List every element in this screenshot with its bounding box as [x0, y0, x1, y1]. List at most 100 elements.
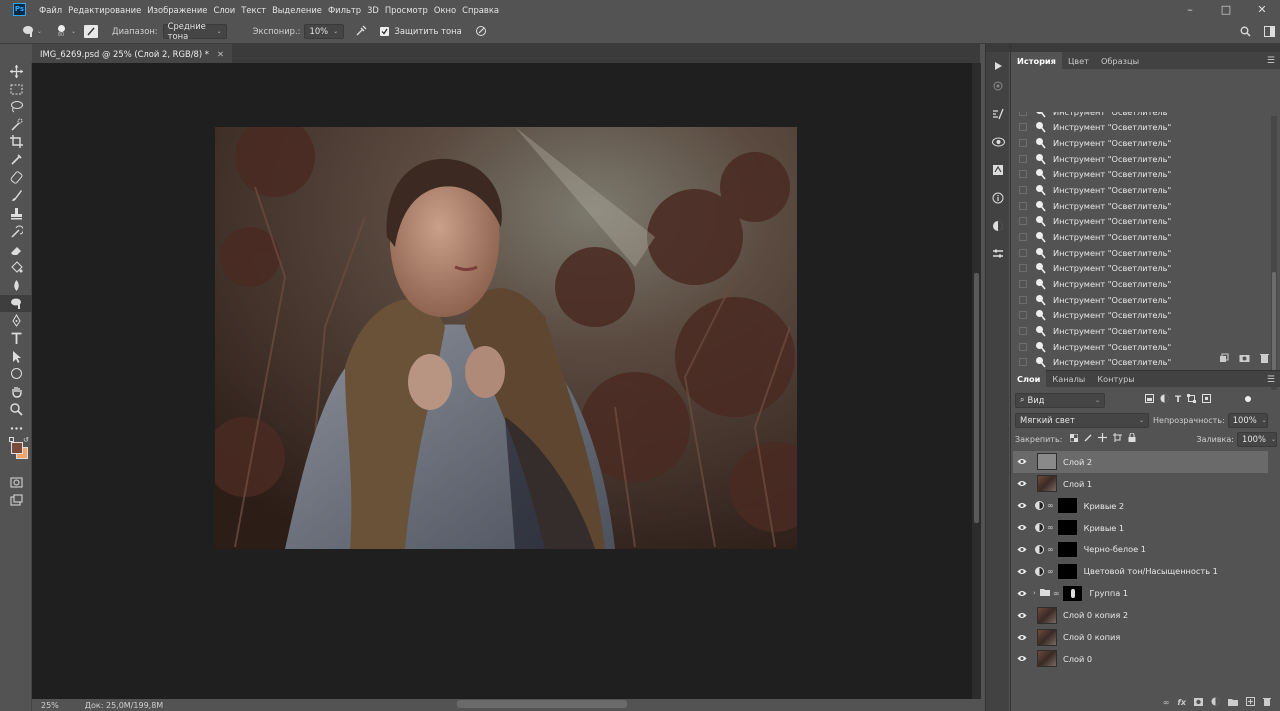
close-icon[interactable]: ✕: [1244, 3, 1280, 16]
trash-icon[interactable]: [1263, 697, 1271, 708]
screen-mode-icon[interactable]: [0, 492, 32, 509]
filter-shape-icon[interactable]: [1187, 394, 1197, 406]
zoom-level[interactable]: 25%: [41, 701, 59, 710]
properties-icon[interactable]: [990, 246, 1006, 262]
history-item[interactable]: Инструмент "Осветлитель": [1013, 229, 1267, 245]
eye-icon[interactable]: [1013, 568, 1031, 575]
brush-size-picker[interactable]: 80: [54, 24, 68, 38]
history-scrollbar[interactable]: [1271, 116, 1277, 390]
history-source-checkbox[interactable]: [1019, 311, 1027, 320]
add-mask-icon[interactable]: [1194, 697, 1203, 708]
filter-smart-object-icon[interactable]: [1202, 394, 1212, 406]
airbrush-icon[interactable]: [354, 25, 368, 37]
history-source-checkbox[interactable]: [1019, 232, 1027, 241]
menu-item[interactable]: Файл: [39, 5, 62, 15]
history-source-checkbox[interactable]: [1019, 139, 1027, 148]
range-select[interactable]: Средние тона ⌄: [162, 21, 227, 41]
glyphs-icon[interactable]: [990, 162, 1006, 178]
layer-row[interactable]: Слой 0: [1013, 648, 1268, 670]
dodge-tool-icon[interactable]: [0, 295, 32, 312]
layer-filter-select[interactable]: ⌕ Вид ⌄: [1015, 392, 1105, 408]
layer-mask-thumbnail[interactable]: [1056, 562, 1078, 580]
tab-color[interactable]: Цвет: [1062, 52, 1095, 69]
history-brush-tool-icon[interactable]: [0, 223, 32, 240]
healing-brush-tool-icon[interactable]: [0, 169, 32, 186]
menu-item[interactable]: Текст: [241, 5, 266, 15]
crop-tool-icon[interactable]: [0, 133, 32, 150]
menu-item[interactable]: Изображение: [147, 5, 207, 15]
info-icon[interactable]: [990, 190, 1006, 206]
menu-item[interactable]: Фильтр: [328, 5, 361, 15]
document-tab[interactable]: IMG_6269.psd @ 25% (Слой 2, RGB/8) * ✕: [32, 44, 233, 63]
protect-tones-checkbox[interactable]: [380, 26, 390, 36]
history-source-checkbox[interactable]: [1019, 279, 1027, 288]
layer-row[interactable]: › ∞ Группа 1: [1013, 582, 1268, 604]
history-item[interactable]: Инструмент "Осветлитель": [1013, 214, 1267, 230]
history-source-checkbox[interactable]: [1019, 154, 1027, 163]
eye-icon[interactable]: [1013, 612, 1031, 619]
workspace-icon[interactable]: [1258, 25, 1280, 37]
close-tab-icon[interactable]: ✕: [217, 49, 224, 59]
new-group-icon[interactable]: [1228, 698, 1238, 708]
filter-pixel-icon[interactable]: [1145, 394, 1154, 406]
layer-row[interactable]: ∞ Кривые 2: [1013, 495, 1268, 517]
new-document-from-state-icon[interactable]: [1219, 353, 1229, 366]
history-item[interactable]: Инструмент "Осветлитель": [1013, 323, 1267, 339]
history-source-checkbox[interactable]: [1019, 264, 1027, 273]
adjustments-icon[interactable]: [990, 218, 1006, 234]
horizontal-scroll-thumb[interactable]: [457, 700, 627, 708]
history-item[interactable]: Инструмент "Осветлитель": [1013, 276, 1267, 292]
quick-select-tool-icon[interactable]: [0, 116, 32, 133]
fx-icon[interactable]: fx: [1177, 698, 1186, 707]
brush-presets-icon[interactable]: [990, 78, 1006, 94]
tab-history[interactable]: История: [1011, 52, 1062, 69]
history-item[interactable]: Инструмент "Осветлитель": [1013, 182, 1267, 198]
eye-icon[interactable]: [1013, 634, 1031, 641]
history-item[interactable]: Инструмент "Осветлитель": [1013, 151, 1267, 167]
menu-item[interactable]: Окно: [434, 5, 456, 15]
more-tools-icon[interactable]: [0, 420, 32, 437]
history-item[interactable]: Инструмент "Осветлитель": [1013, 198, 1267, 214]
lock-all-icon[interactable]: [1128, 432, 1136, 445]
expand-arrow-icon[interactable]: ›: [1033, 589, 1036, 597]
link-layers-icon[interactable]: ∞: [1163, 698, 1170, 707]
foreground-color-swatch[interactable]: [11, 442, 23, 454]
pen-tool-icon[interactable]: [0, 312, 32, 329]
layer-mask-thumbnail[interactable]: [1056, 540, 1078, 558]
dodge-tool-preset-icon[interactable]: ⌄: [20, 25, 44, 37]
brush-tool-icon[interactable]: [0, 187, 32, 204]
fill-field[interactable]: 100% ⌄: [1237, 431, 1277, 447]
history-source-checkbox[interactable]: [1019, 123, 1027, 132]
history-source-checkbox[interactable]: [1019, 112, 1027, 116]
history-source-checkbox[interactable]: [1019, 295, 1027, 304]
lock-pixels-icon[interactable]: [1084, 434, 1092, 445]
pressure-size-icon[interactable]: [474, 25, 488, 37]
filter-adjustment-icon[interactable]: [1160, 394, 1169, 406]
swap-colors-icon[interactable]: ↺: [23, 436, 29, 444]
eye-icon[interactable]: [1013, 546, 1031, 553]
brush-settings-panel-icon[interactable]: [990, 106, 1006, 122]
minimize-icon[interactable]: –: [1172, 3, 1208, 16]
exposure-field[interactable]: 10% ⌄: [304, 23, 345, 39]
layer-row[interactable]: ∞ Черно-белое 1: [1013, 539, 1268, 561]
eye-icon[interactable]: [1013, 655, 1031, 662]
hand-tool-icon[interactable]: [0, 383, 32, 400]
layer-row[interactable]: Слой 2: [1013, 451, 1268, 473]
layer-row[interactable]: Слой 0 копия 2: [1013, 604, 1268, 626]
eraser-tool-icon[interactable]: [0, 241, 32, 258]
canvas-area[interactable]: [32, 63, 972, 699]
tab-paths[interactable]: Контуры: [1091, 370, 1140, 387]
filter-toggle-icon[interactable]: [1245, 395, 1252, 405]
menu-item[interactable]: 3D: [367, 5, 379, 15]
scroll-thumb[interactable]: [974, 273, 979, 523]
new-adjustment-icon[interactable]: [1211, 697, 1220, 708]
brush-settings-icon[interactable]: [84, 24, 99, 38]
maximize-icon[interactable]: □: [1208, 3, 1244, 16]
history-source-checkbox[interactable]: [1019, 217, 1027, 226]
type-tool-icon[interactable]: [0, 330, 32, 347]
shape-tool-icon[interactable]: [0, 365, 32, 382]
eye-icon[interactable]: [1013, 480, 1031, 487]
move-tool-icon[interactable]: [0, 63, 32, 80]
zoom-tool-icon[interactable]: [0, 401, 32, 418]
photoshop-logo-icon[interactable]: Ps: [13, 3, 26, 16]
